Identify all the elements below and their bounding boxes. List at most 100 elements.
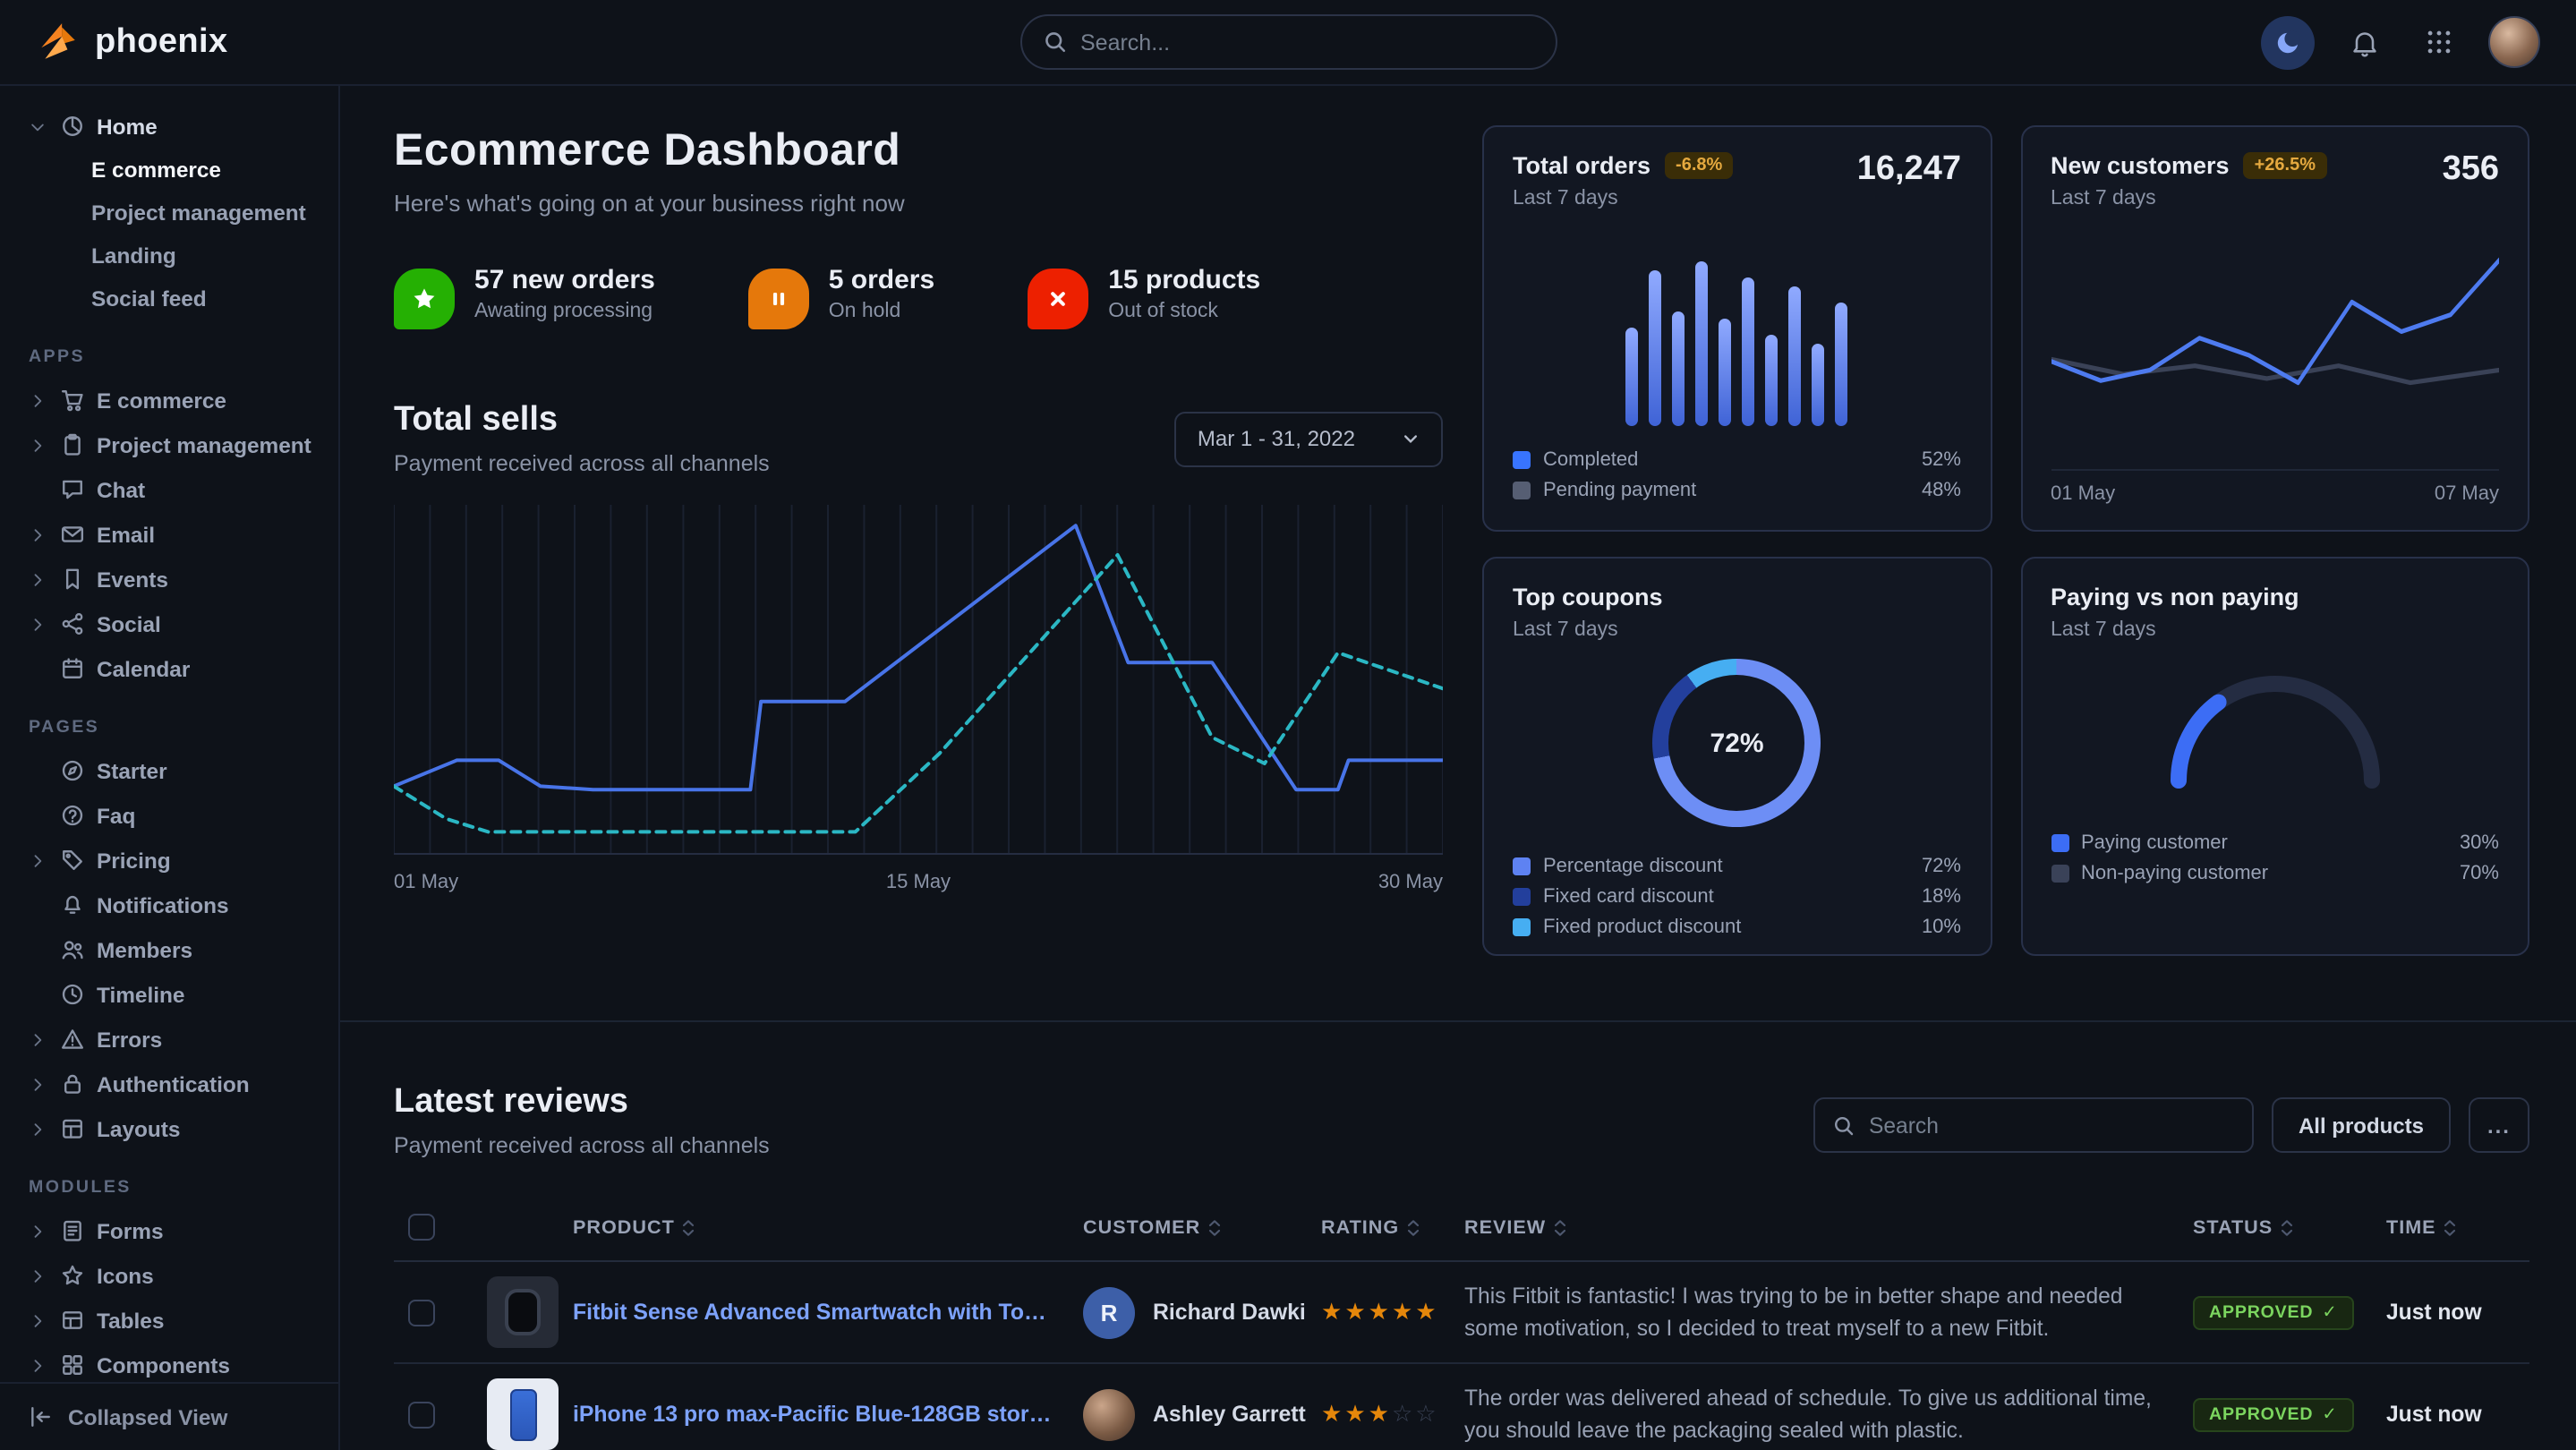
main-content: Ecommerce Dashboard Here's what's going … <box>340 86 2576 1450</box>
all-products-button[interactable]: All products <box>2272 1097 2451 1153</box>
review-text: This Fitbit is fantastic! I was trying t… <box>1450 1261 2179 1363</box>
x-label: 01 May <box>394 872 458 893</box>
bar <box>1789 286 1802 426</box>
review-row: Fitbit Sense Advanced Smartwatch with To… <box>394 1261 2529 1363</box>
sidebar-item-errors[interactable]: Errors <box>14 1017 324 1062</box>
dark-mode-toggle[interactable] <box>2261 15 2315 69</box>
mail-icon <box>61 523 84 546</box>
legend-item-fixed-card-discount: Fixed card discount18% <box>1513 881 1961 911</box>
sidebar-item-icons[interactable]: Icons <box>14 1253 324 1298</box>
legend-value: 30% <box>2460 832 2499 853</box>
stat-5-orders: 5 ordersOn hold <box>748 265 934 329</box>
date-range-select[interactable]: Mar 1 - 31, 2022 <box>1174 411 1443 466</box>
sidebar-item-authentication[interactable]: Authentication <box>14 1062 324 1106</box>
collapsed-view-toggle[interactable]: Collapsed View <box>0 1382 338 1450</box>
table-icon <box>61 1309 84 1332</box>
sidebar-item-components[interactable]: Components <box>14 1343 324 1387</box>
sidebar-item-notifications[interactable]: Notifications <box>14 883 324 927</box>
collapsed-view-label: Collapsed View <box>68 1404 227 1429</box>
sidebar-item-members[interactable]: Members <box>14 927 324 972</box>
sidebar-item-label: Email <box>97 522 155 547</box>
sidebar-subitem-social-feed[interactable]: Social feed <box>14 277 324 320</box>
apps-grid-button[interactable] <box>2415 19 2461 65</box>
product-link[interactable]: iPhone 13 pro max-Pacific Blue-128GB sto… <box>573 1402 1054 1427</box>
legend-label: Paying customer <box>2081 832 2228 853</box>
sidebar-item-chat[interactable]: Chat <box>14 467 324 512</box>
review-time: Just now <box>2372 1261 2529 1363</box>
legend-swatch <box>1513 481 1531 499</box>
sidebar-item-e-commerce[interactable]: E commerce <box>14 378 324 422</box>
customer-avatar <box>1083 1388 1135 1440</box>
legend-value: 48% <box>1922 479 1961 500</box>
row-checkbox[interactable] <box>408 1299 435 1326</box>
column-header-customer[interactable]: CUSTOMER <box>1069 1194 1307 1261</box>
stat-title: 15 products <box>1108 265 1260 295</box>
sidebar-item-events[interactable]: Events <box>14 557 324 601</box>
legend-value: 72% <box>1922 855 1961 876</box>
sidebar-item-forms[interactable]: Forms <box>14 1208 324 1253</box>
change-badge: +26.5% <box>2244 152 2326 179</box>
page-subtitle: Here's what's going on at your business … <box>394 190 1443 217</box>
sidebar-item-label: Authentication <box>97 1071 250 1096</box>
sidebar-item-project-management[interactable]: Project management <box>14 422 324 467</box>
sidebar-item-calendar[interactable]: Calendar <box>14 646 324 691</box>
sidebar-item-tables[interactable]: Tables <box>14 1298 324 1343</box>
column-header-rating[interactable]: RATING <box>1307 1194 1450 1261</box>
column-header-review[interactable]: REVIEW <box>1450 1194 2179 1261</box>
latest-reviews-section: Latest reviews Payment received across a… <box>394 1083 2529 1450</box>
tag-icon <box>61 849 84 872</box>
customer-avatar: R <box>1083 1286 1135 1338</box>
sidebar-item-starter[interactable]: Starter <box>14 748 324 793</box>
question-icon <box>61 804 84 827</box>
share-icon <box>61 612 84 635</box>
column-header-time[interactable]: TIME <box>2372 1194 2529 1261</box>
user-avatar[interactable] <box>2488 16 2540 68</box>
bar <box>1696 261 1709 426</box>
cart-icon <box>61 388 84 412</box>
legend-value: 52% <box>1922 448 1961 470</box>
sidebar-item-label: Icons <box>97 1263 154 1288</box>
customer-name: Ashley Garrett <box>1153 1402 1306 1427</box>
sidebar-item-layouts[interactable]: Layouts <box>14 1106 324 1151</box>
sidebar-item-email[interactable]: Email <box>14 512 324 557</box>
layout-icon <box>61 1117 84 1140</box>
card-title: New customers <box>2051 152 2230 179</box>
legend-item-paying-customer: Paying customer 30% <box>2051 827 2499 857</box>
sidebar-subitem-e-commerce[interactable]: E commerce <box>14 149 324 192</box>
column-header-status[interactable]: STATUS <box>2179 1194 2372 1261</box>
legend-label: Non-paying customer <box>2081 862 2268 883</box>
caret-right-icon <box>29 1075 48 1093</box>
status-badge: APPROVED ✓ <box>2193 1397 2354 1431</box>
column-header-product[interactable]: PRODUCT <box>559 1194 1069 1261</box>
star-icon <box>61 1264 84 1287</box>
caret-right-icon <box>29 851 48 869</box>
pie-chart-icon <box>61 115 84 138</box>
sidebar-item-pricing[interactable]: Pricing <box>14 838 324 883</box>
customer-name: Richard Dawkins <box>1153 1300 1307 1325</box>
product-link[interactable]: Fitbit Sense Advanced Smartwatch with To… <box>573 1300 1054 1325</box>
sidebar-item-label: Layouts <box>97 1116 180 1141</box>
section-divider <box>340 1020 2576 1022</box>
sidebar-item-home[interactable]: Home <box>14 104 324 149</box>
sidebar-subitem-landing[interactable]: Landing <box>14 235 324 277</box>
compass-icon <box>61 759 84 782</box>
table-header-row: PRODUCT CUSTOMER RATING REVIEW STATUS TI… <box>394 1194 2529 1261</box>
sidebar-item-timeline[interactable]: Timeline <box>14 972 324 1017</box>
brand[interactable]: phoenix <box>36 20 228 64</box>
x-icon <box>1028 269 1088 329</box>
search-input[interactable] <box>1080 30 1533 55</box>
form-icon <box>61 1219 84 1242</box>
row-checkbox[interactable] <box>408 1401 435 1428</box>
more-options-button[interactable]: ... <box>2469 1097 2529 1153</box>
sidebar-item-social[interactable]: Social <box>14 601 324 646</box>
reviews-search-input[interactable] <box>1869 1113 2234 1138</box>
sidebar-item-faq[interactable]: Faq <box>14 793 324 838</box>
select-all-checkbox[interactable] <box>408 1214 435 1241</box>
reviews-subtitle: Payment received across all channels <box>394 1133 770 1158</box>
legend-swatch <box>2051 864 2068 882</box>
notifications-button[interactable] <box>2341 19 2388 65</box>
sidebar-subitem-project-management[interactable]: Project management <box>14 192 324 235</box>
sidebar-item-label: Chat <box>97 477 145 502</box>
app-root: phoenix <box>0 0 2576 1450</box>
total-orders-legend: Completed52%Pending payment48% <box>1513 444 1961 505</box>
